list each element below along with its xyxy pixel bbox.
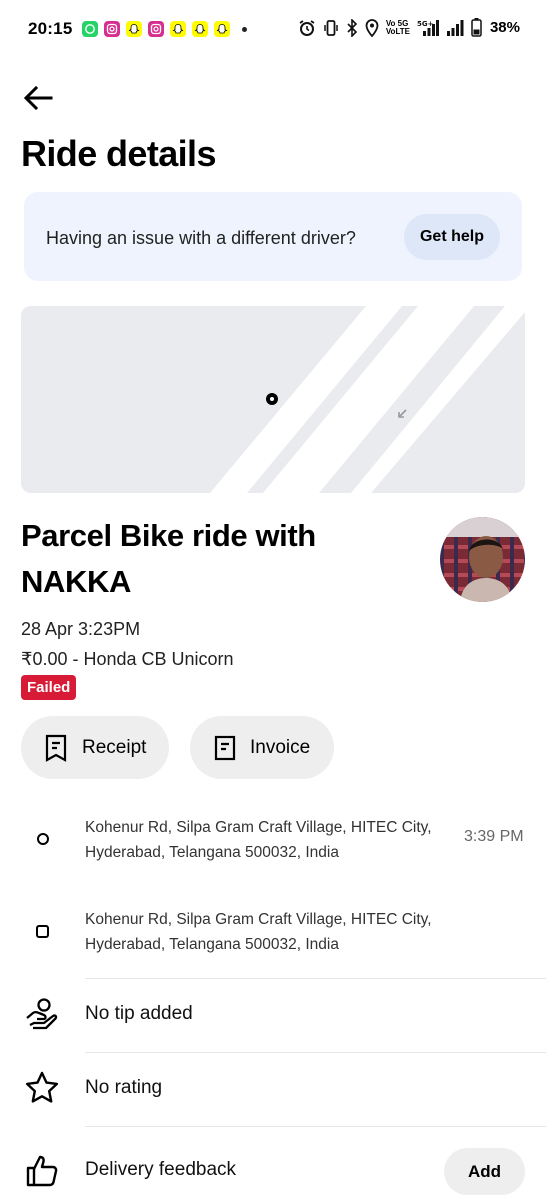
pickup-dot-icon [37,833,49,845]
receipt-label: Receipt [82,736,147,758]
invoice-button[interactable]: Invoice [190,716,334,779]
ride-price-vehicle: ₹0.00 - Honda CB Unicorn [21,649,234,669]
instagram-icon [148,21,164,37]
signal-5g-icon: 5G+ [417,19,439,36]
delivery-feedback-label: Delivery feedback [85,1159,237,1180]
status-time: 20:15 [28,19,73,38]
status-badge: Failed [21,675,77,700]
receipt-button[interactable]: Receipt [21,716,169,779]
battery-icon [471,18,482,37]
help-banner-text: Having an issue with a different driver? [46,228,356,248]
thumbs-up-icon [24,1152,60,1188]
vibrate-icon [324,19,338,36]
snapchat-icon [170,21,186,37]
dropoff-square-icon [36,925,49,938]
bluetooth-icon [347,18,357,37]
tip-label[interactable]: No tip added [85,1003,193,1025]
status-bar: 20:15 Vo 5G VoLTE 5G+ 38% [0,0,546,60]
battery-percentage: 38% [489,19,520,36]
driver-avatar[interactable] [440,517,525,602]
invoice-icon [214,735,236,760]
get-help-button[interactable]: Get help [403,214,500,260]
snapchat-icon [214,21,230,37]
driver-photo [440,517,525,602]
alarm-icon [299,19,315,36]
signal-icon [446,19,464,36]
rating-label[interactable]: No rating [85,1077,162,1099]
network-type-label: Vo 5G VoLTE [385,19,410,36]
network-label-bottom: VoLTE [385,26,410,36]
snapchat-icon [126,21,142,37]
tip-hand-icon [24,996,60,1032]
back-button[interactable] [20,80,56,116]
system-icons: Vo 5G VoLTE 5G+ 38% [298,18,520,37]
notification-icons [82,21,247,37]
pickup-time: 3:39 PM [464,828,524,845]
divider [85,1126,546,1127]
whatsapp-icon [82,21,98,37]
divider [85,978,546,979]
ride-datetime: 28 Apr 3:23PM [21,619,141,639]
instagram-icon [104,21,120,37]
star-icon [24,1070,60,1106]
ride-title: Parcel Bike ride with NAKKA [21,518,316,599]
invoice-label: Invoice [250,736,311,758]
pickup-marker-center [270,397,274,401]
arrow-left-icon [23,85,53,111]
help-banner: Having an issue with a different driver?… [24,192,522,281]
route-map[interactable] [21,306,525,493]
pickup-address: Kohenur Rd, Silpa Gram Craft Village, HI… [85,819,432,861]
page-title: Ride details [21,133,216,174]
snapchat-icon [192,21,208,37]
signal-5g-label: 5G+ [417,20,434,28]
divider [85,1052,546,1053]
receipt-icon [45,734,67,762]
more-notifications-icon [242,26,247,32]
add-feedback-button[interactable]: Add [444,1148,525,1195]
location-icon [365,18,379,37]
dropoff-address: Kohenur Rd, Silpa Gram Craft Village, HI… [85,911,432,953]
